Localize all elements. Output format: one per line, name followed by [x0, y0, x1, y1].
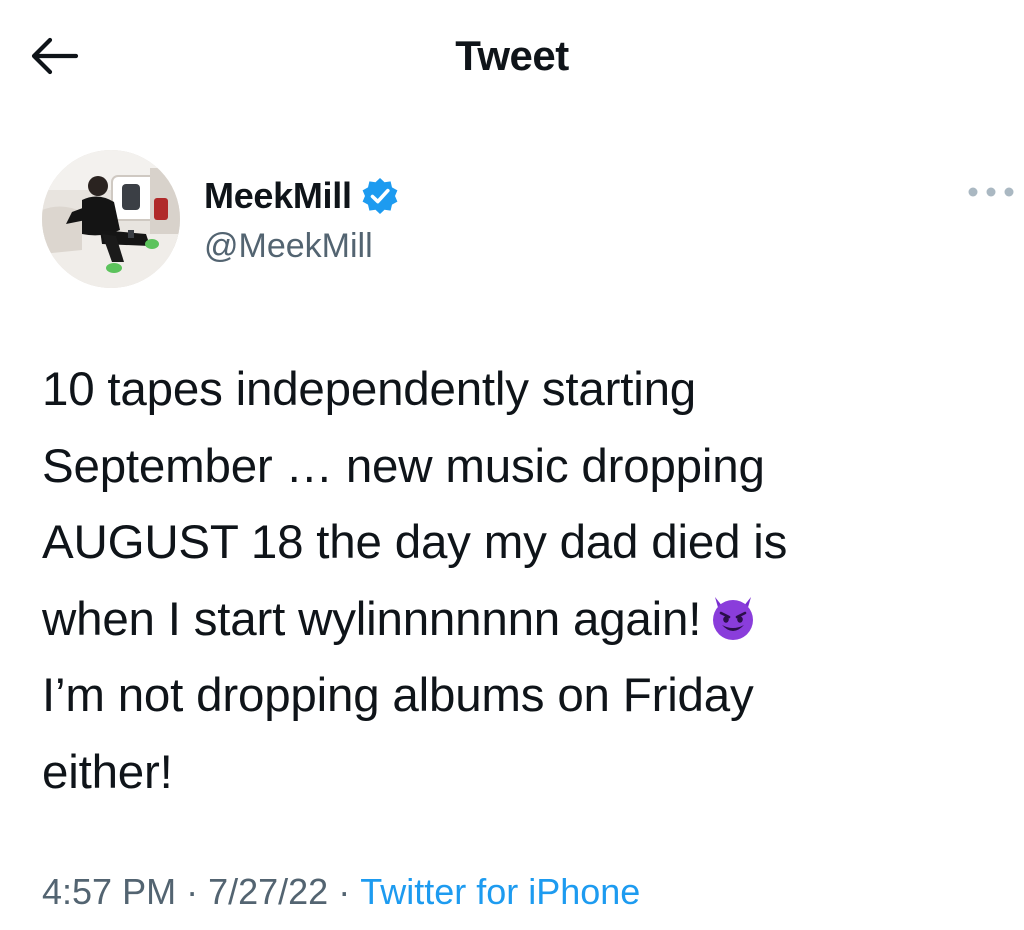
verified-badge-icon — [360, 176, 400, 216]
profile-photo — [42, 150, 180, 288]
tweet-line: 10 tapes independently starting — [42, 363, 696, 416]
author-name-row[interactable]: MeekMill — [204, 174, 400, 218]
tweet-source-link[interactable]: Twitter for iPhone — [360, 871, 640, 912]
meta-separator: · — [186, 871, 199, 912]
more-options-icon — [962, 180, 1020, 204]
tweet-line: either! — [42, 745, 173, 799]
page-title: Tweet — [455, 32, 569, 79]
more-options-button[interactable] — [962, 180, 1020, 204]
smiling-devil-emoji-icon — [707, 591, 759, 643]
author-handle[interactable]: @MeekMill — [204, 224, 373, 268]
tweet-date[interactable]: 7/27/22 — [208, 871, 328, 912]
tweet-text: 10 tapes independently starting Septembe… — [42, 352, 992, 811]
tweet-meta: 4:57 PM · 7/27/22 · Twitter for iPhone — [42, 868, 640, 916]
display-name: MeekMill — [204, 175, 352, 216]
tweet-line: September … new music dropping — [42, 439, 765, 493]
tweet-author: MeekMill @MeekMill — [42, 150, 1014, 290]
tweet-line: when I start wylinnnnnnn again! — [42, 582, 992, 659]
tweet-line: AUGUST 18 the day my dad died is — [42, 516, 788, 569]
tweet-line-text: when I start wylinnnnnnn again! — [42, 592, 702, 646]
meta-separator: · — [338, 871, 351, 912]
top-bar: Tweet — [0, 0, 1024, 110]
avatar[interactable] — [42, 150, 180, 288]
tweet-line: I’m not dropping albums on Friday — [42, 669, 754, 722]
tweet-time[interactable]: 4:57 PM — [42, 871, 176, 912]
